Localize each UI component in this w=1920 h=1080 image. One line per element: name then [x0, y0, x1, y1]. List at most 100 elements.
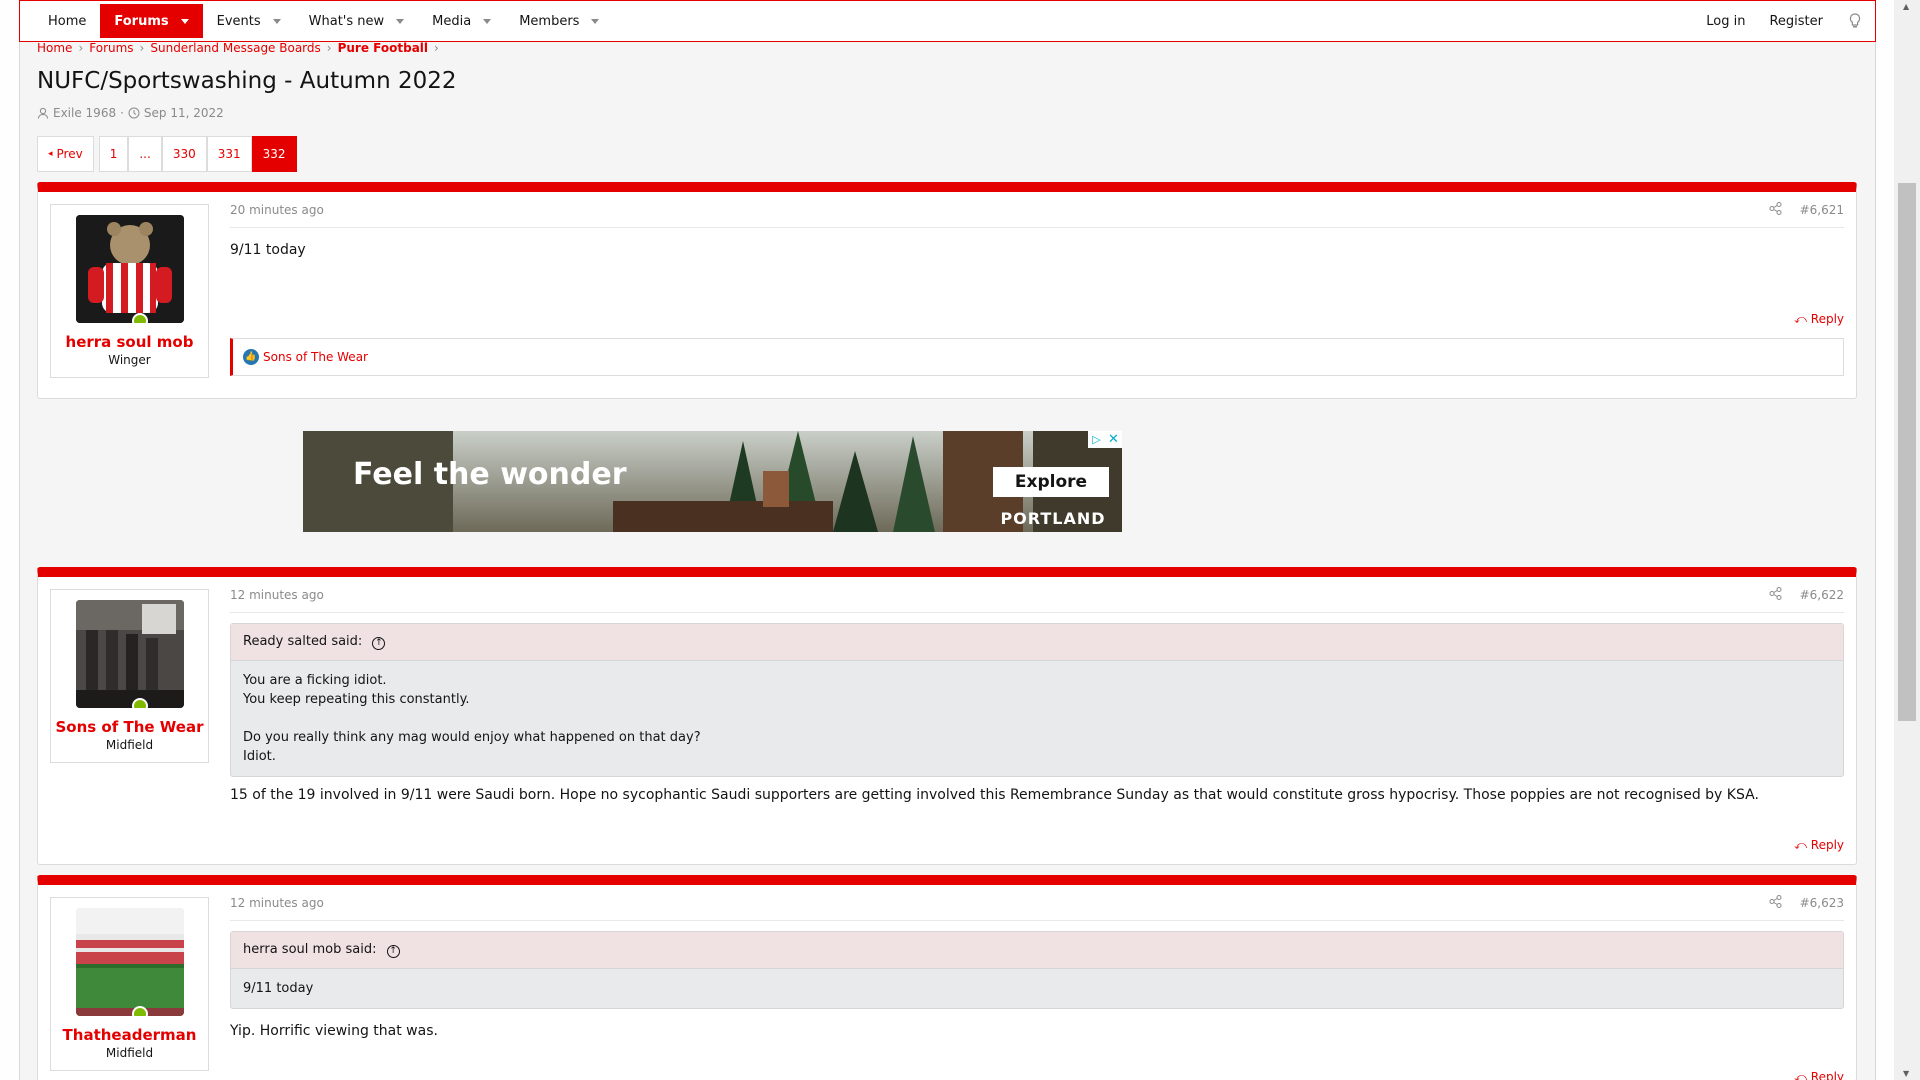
reply-icon: ⤺	[1794, 1070, 1807, 1080]
post-number[interactable]: #6,623	[1800, 896, 1844, 910]
thread-author[interactable]: Exile 1968	[53, 106, 116, 120]
advertisement[interactable]: Feel the wonder Explore PORTLAND ▷ ✕	[303, 431, 1122, 532]
user-title: Midfield	[105, 1046, 154, 1060]
page-ellipsis[interactable]: ...	[128, 136, 162, 172]
share-icon[interactable]	[1769, 201, 1782, 218]
reply-icon: ⤺	[1794, 838, 1807, 852]
login-link[interactable]: Log in	[1694, 14, 1757, 29]
post-6623: Thatheaderman Midfield 12 minutes ago #6…	[37, 875, 1857, 1080]
nav-tab-forums[interactable]: Forums	[100, 4, 203, 38]
reply-icon: ⤺	[1794, 312, 1807, 326]
page-331[interactable]: 331	[206, 136, 252, 172]
ad-cta-button[interactable]: Explore	[993, 467, 1109, 497]
close-icon[interactable]: ✕	[1105, 431, 1122, 448]
thread-date[interactable]: Sep 11, 2022	[144, 106, 224, 120]
post-time[interactable]: 20 minutes ago	[230, 203, 324, 217]
quote-header[interactable]: herra soul mob said: ↑	[231, 932, 1843, 969]
nav-tab-media[interactable]: Media	[418, 4, 505, 38]
quote-line: You are a ficking idiot.	[243, 673, 387, 688]
post-number[interactable]: #6,621	[1800, 203, 1844, 217]
ad-brand: PORTLAND	[1000, 509, 1106, 528]
post-time[interactable]: 12 minutes ago	[230, 588, 324, 602]
nav-tab-label: Members	[519, 13, 580, 29]
chevron-down-icon[interactable]	[483, 18, 492, 24]
ad-choices[interactable]: ▷ ✕	[1088, 431, 1122, 448]
online-status-icon	[131, 313, 148, 323]
user-cell: Thatheaderman Midfield	[50, 897, 209, 1071]
breadcrumb-pure-football[interactable]: Pure Football	[338, 41, 428, 55]
user-title: Midfield	[105, 738, 154, 752]
quote-author: herra soul mob said:	[243, 942, 377, 957]
breadcrumb-home[interactable]: Home	[37, 41, 72, 55]
online-status-icon	[131, 698, 148, 708]
register-link[interactable]: Register	[1757, 14, 1835, 29]
prev-page-button[interactable]: ◂ Prev	[37, 136, 94, 172]
page-330[interactable]: 330	[161, 136, 207, 172]
post-time[interactable]: 12 minutes ago	[230, 896, 324, 910]
style-variation-icon[interactable]	[1835, 13, 1875, 29]
arrow-up-circle-icon[interactable]: ↑	[372, 637, 386, 650]
quote-block: Ready salted said: ↑ You are a ficking i…	[230, 623, 1844, 777]
nav-tab-label: Events	[216, 13, 261, 29]
chevron-down-icon[interactable]	[591, 18, 600, 24]
share-icon[interactable]	[1769, 586, 1782, 603]
clock-icon	[128, 107, 140, 119]
nav-tab-label: Home	[48, 13, 87, 29]
reply-label: Reply	[1810, 838, 1844, 852]
reaction-user[interactable]: Sons of The Wear	[263, 350, 368, 364]
share-icon[interactable]	[1769, 894, 1782, 911]
reply-button[interactable]: ⤺ Reply	[1794, 1070, 1844, 1080]
reply-label: Reply	[1810, 1070, 1844, 1080]
nav-tab-label: Forums	[114, 13, 169, 29]
post-body: 9/11 today	[230, 242, 306, 258]
avatar[interactable]	[75, 215, 184, 323]
nav-tab-members[interactable]: Members	[505, 4, 613, 38]
quote-line: 9/11 today	[243, 981, 314, 996]
quote-header[interactable]: Ready salted said: ↑	[231, 624, 1843, 661]
username[interactable]: Thatheaderman	[51, 1026, 208, 1044]
user-icon	[38, 107, 48, 119]
reply-button[interactable]: ⤺ Reply	[1794, 838, 1844, 853]
avatar[interactable]	[75, 908, 184, 1016]
page-1[interactable]: 1	[98, 136, 129, 172]
quote-author: Ready salted said:	[243, 634, 363, 649]
scroll-up-arrow-icon[interactable]: ▲	[1903, 2, 1909, 11]
thread-meta: Exile 1968 · Sep 11, 2022	[37, 106, 224, 120]
reply-label: Reply	[1810, 312, 1844, 326]
reactions-bar: 👍 Sons of The Wear	[230, 338, 1844, 376]
quote-line: Idiot.	[243, 749, 276, 764]
arrow-up-circle-icon[interactable]: ↑	[386, 945, 400, 958]
post-6622: Sons of The Wear Midfield 12 minutes ago…	[37, 567, 1857, 865]
nav-tab-what-s-new[interactable]: What's new	[295, 4, 419, 38]
chevron-left-icon: ◂	[48, 149, 53, 159]
breadcrumb-sunderland-message-boards[interactable]: Sunderland Message Boards	[150, 41, 320, 55]
post-6621: herra soul mob Winger 20 minutes ago #6,…	[37, 182, 1857, 399]
like-icon: 👍	[243, 349, 259, 365]
post-number[interactable]: #6,622	[1800, 588, 1844, 602]
username[interactable]: herra soul mob	[51, 333, 208, 351]
chevron-down-icon[interactable]	[396, 18, 405, 24]
breadcrumb-forums[interactable]: Forums	[89, 41, 133, 55]
scrollbar[interactable]: ▲ ▼	[1894, 0, 1920, 1080]
nav-tab-home[interactable]: Home	[34, 4, 100, 38]
nav-tab-events[interactable]: Events	[203, 4, 295, 38]
breadcrumb: Home › Forums › Sunderland Message Boards ›…	[37, 41, 439, 55]
online-status-icon	[131, 1006, 148, 1016]
avatar[interactable]	[75, 600, 184, 708]
page-332-current[interactable]: 332	[251, 136, 297, 172]
reply-button[interactable]: ⤺ Reply	[1794, 312, 1844, 327]
scroll-down-arrow-icon[interactable]: ▼	[1903, 1069, 1909, 1078]
adchoices-icon[interactable]: ▷	[1088, 431, 1105, 448]
prev-label: Prev	[56, 147, 83, 161]
quote-blank-line	[243, 709, 1831, 728]
post-body: 15 of the 19 involved in 9/11 were Saudi…	[230, 787, 1759, 803]
scrollbar-thumb[interactable]	[1898, 183, 1916, 721]
username[interactable]: Sons of The Wear	[51, 718, 208, 736]
quote-block: herra soul mob said: ↑ 9/11 today	[230, 931, 1844, 1009]
post-body: Yip. Horrific viewing that was.	[230, 1023, 438, 1039]
thread-title: NUFC/Sportswashing - Autumn 2022	[37, 68, 457, 94]
chevron-down-icon[interactable]	[272, 18, 281, 24]
chevron-down-icon[interactable]	[180, 18, 189, 24]
nav-tab-label: Media	[432, 13, 472, 29]
quote-line: You keep repeating this constantly.	[243, 692, 470, 707]
